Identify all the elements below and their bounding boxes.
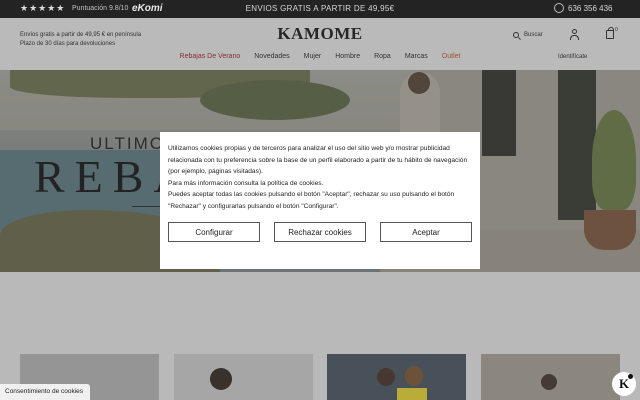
cookie-consent-tab[interactable]: Consentimiento de cookies — [0, 384, 90, 400]
cookie-modal: Utilizamos cookies propias y de terceros… — [160, 132, 480, 269]
cookie-text: Utilizamos cookies propias y de terceros… — [168, 145, 468, 175]
cookie-instructions: Puedes aceptar todas las cookies pulsand… — [168, 191, 455, 210]
reject-cookies-button[interactable]: Rechazar cookies — [274, 222, 366, 242]
cookie-policy-text: Para más información consulta la polític… — [168, 179, 324, 187]
configure-button[interactable]: Configurar — [168, 222, 260, 242]
brand-badge[interactable]: K — [612, 372, 636, 396]
accept-button[interactable]: Aceptar — [380, 222, 472, 242]
cookie-buttons: Configurar Rechazar cookies Aceptar — [168, 222, 472, 242]
